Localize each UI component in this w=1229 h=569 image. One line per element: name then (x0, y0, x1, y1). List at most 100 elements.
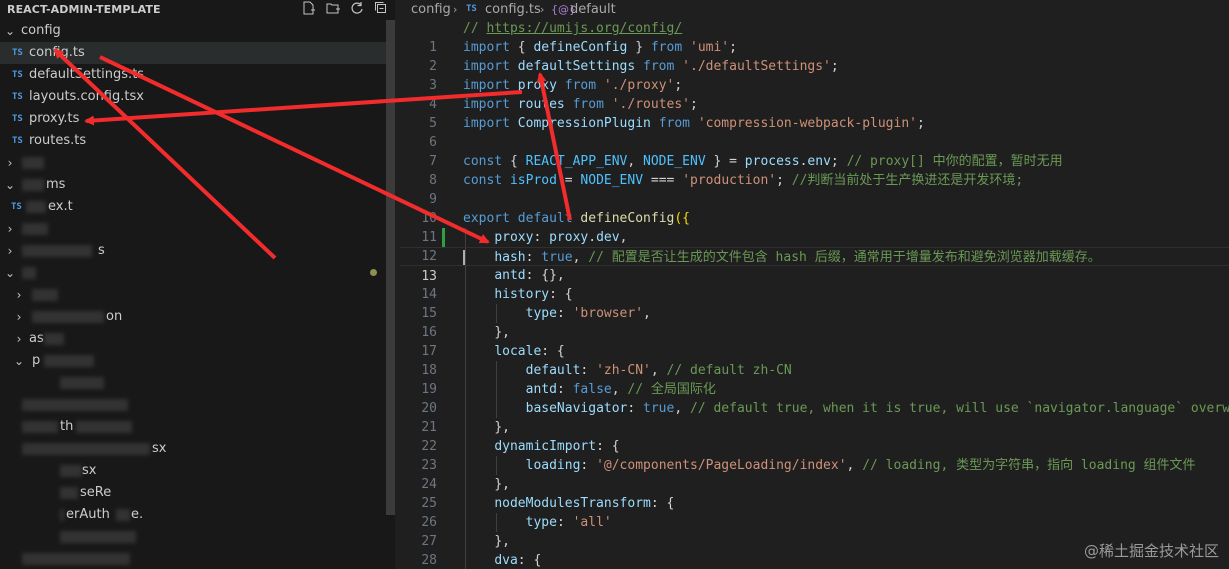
code-line: 8 const { REACT_APP_ENV, NODE_ENV } = pr… (429, 154, 1063, 188)
chevron-right-icon: › (540, 3, 545, 16)
blurred-label (22, 245, 92, 257)
refresh-icon[interactable] (349, 1, 365, 17)
breadcrumb-folder[interactable]: config (411, 0, 451, 19)
chevron-down-icon: ⌄ (4, 266, 16, 280)
new-folder-icon[interactable] (325, 1, 341, 17)
blurred-label (22, 553, 130, 565)
blurred-label (116, 509, 130, 521)
chevron-right-icon: › (7, 156, 13, 170)
tree-row-blurred[interactable] (0, 394, 395, 416)
tree-row-blurred[interactable] (0, 372, 395, 394)
file-label: config.ts (29, 45, 85, 60)
typescript-file-icon: TS (12, 70, 23, 80)
typescript-file-icon: TS (12, 136, 23, 146)
blurred-label (26, 201, 46, 213)
file-label: layouts.config.tsx (29, 89, 144, 104)
blurred-label (60, 377, 104, 389)
code-line: 25 }, (421, 477, 510, 511)
code-line: 22 }, (421, 420, 510, 454)
file-config-ts[interactable]: TS config.ts (0, 42, 395, 64)
folder-config[interactable]: ⌄ config (0, 20, 395, 42)
file-label: proxy.ts (29, 111, 80, 126)
blurred-label (32, 311, 104, 323)
blurred-label (44, 355, 94, 367)
code-line: 4 import proxy from './proxy'; (429, 78, 683, 112)
collapse-all-icon[interactable] (373, 1, 389, 17)
code-line: 10 (421, 211, 437, 226)
tree-row-blurred[interactable]: ⌄ p (0, 350, 395, 372)
tree-row-blurred[interactable]: seRe (0, 482, 395, 504)
blurred-label (22, 157, 44, 169)
file-default-settings-ts[interactable]: TS defaultSettings.ts (0, 64, 395, 86)
chevron-right-icon: › (7, 244, 13, 258)
tree-row-blurred[interactable]: › (0, 284, 395, 306)
code-line: 9 const isProd = NODE_ENV === 'productio… (429, 173, 1024, 207)
tree-row-blurred[interactable]: erAuth e. (0, 504, 395, 526)
chevron-down-icon: ⌄ (4, 24, 16, 38)
partial-label: as (29, 331, 44, 346)
partial-label: seRe (80, 485, 112, 500)
explorer-title: REACT-ADMIN-TEMPLATE (7, 3, 161, 16)
breadcrumb-symbol[interactable]: default (570, 0, 616, 19)
tree-row-blurred[interactable]: sx (0, 460, 395, 482)
code-line: 27 type: 'all' (421, 515, 612, 549)
blurred-label (60, 465, 82, 477)
code-line: 17 }, (421, 325, 510, 359)
blurred-label (22, 179, 44, 191)
code-line: 12 proxy: proxy.dev, (421, 228, 628, 264)
tree-row-blurred[interactable]: › on (0, 306, 395, 328)
code-link[interactable]: https://umijs.org/config/ (486, 21, 682, 36)
blurred-label (22, 443, 150, 455)
blurred-label (60, 487, 78, 499)
tree-row-blurred[interactable]: sx (0, 438, 395, 460)
blurred-label (32, 289, 58, 301)
partial-label: th (60, 419, 74, 434)
blurred-label (22, 223, 48, 235)
chevron-down-icon: ⌄ (13, 354, 25, 368)
tree-row-blurred[interactable]: TS ex.t (0, 196, 395, 218)
chevron-right-icon: › (7, 222, 13, 236)
git-modified-gutter (442, 228, 445, 247)
watermark: @稀土掘金技术社区 (1083, 542, 1219, 560)
chevron-right-icon: › (16, 332, 22, 346)
chevron-right-icon: › (16, 288, 22, 302)
typescript-file-icon: TS (12, 114, 23, 124)
file-layouts-config-tsx[interactable]: TS layouts.config.tsx (0, 86, 395, 108)
typescript-file-icon: TS (466, 4, 477, 14)
new-file-icon[interactable] (301, 1, 317, 17)
blurred-label (22, 267, 36, 279)
tree-row-blurred[interactable]: th (0, 416, 395, 438)
file-routes-ts[interactable]: TS routes.ts (0, 130, 395, 152)
code-line: 14 antd: {}, (421, 268, 565, 302)
code-line: 16 type: 'browser', (421, 306, 651, 340)
file-proxy-ts[interactable]: TS proxy.ts (0, 108, 395, 130)
tree-row-blurred[interactable] (0, 548, 395, 569)
typescript-file-icon: TS (12, 48, 23, 58)
chevron-down-icon: ⌄ (4, 178, 16, 192)
tree-row-blurred[interactable] (0, 526, 395, 548)
modified-dot-icon (370, 269, 377, 276)
code-line: 15 history: { (421, 287, 573, 321)
breadcrumb-file[interactable]: config.ts (485, 0, 541, 19)
tree-row-blurred[interactable]: › (0, 218, 395, 240)
code-editor[interactable]: config › TS config.ts › {@} default 1 //… (400, 0, 1229, 569)
explorer-panel: REACT-ADMIN-TEMPLATE ⌄ config TS config.… (0, 0, 395, 569)
blurred-label (60, 509, 64, 521)
code-line: 20 antd: false, // 全局国际化 (421, 382, 716, 416)
tree-row-blurred[interactable]: › s (0, 240, 395, 262)
tree-row-blurred[interactable]: › (0, 152, 395, 174)
partial-label: sx (82, 463, 97, 478)
tree-row-blurred[interactable]: › as (0, 328, 395, 350)
tree-row-blurred[interactable]: ⌄ ms (0, 174, 395, 196)
code-line: 11 export default defineConfig({ (421, 211, 690, 245)
explorer-scrollbar[interactable] (386, 20, 395, 515)
explorer-header: REACT-ADMIN-TEMPLATE (0, 0, 395, 20)
code-line: 23 dynamicImport: { (421, 439, 620, 473)
tree-row-blurred[interactable]: ⌄ (0, 262, 395, 284)
code-line: 3 import defaultSettings from './default… (429, 59, 839, 93)
folder-label: config (21, 23, 61, 38)
code-line: 19 default: 'zh-CN', // default zh-CN (421, 363, 792, 397)
code-line-active: 13 hash: true, // 配置是否让生成的文件包含 hash 后缀，通… (400, 247, 1229, 284)
blurred-label (22, 421, 58, 433)
partial-label: ms (46, 177, 66, 192)
